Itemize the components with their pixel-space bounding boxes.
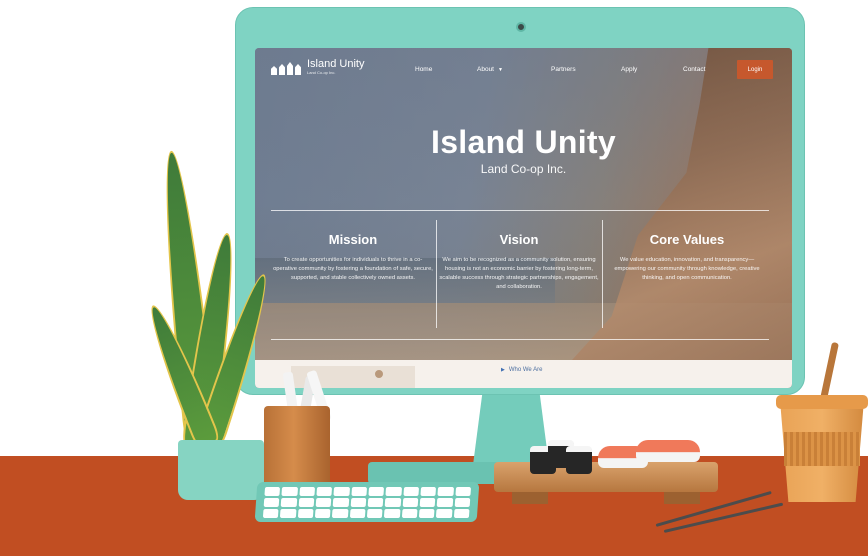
board-foot (512, 490, 548, 504)
core-values-heading: Core Values (649, 232, 725, 247)
nav-contact[interactable]: Contact (683, 66, 705, 73)
nav-about-label: About (477, 66, 494, 73)
nav-apply[interactable]: Apply (621, 66, 637, 73)
cup-lid (776, 395, 868, 409)
cup-sleeve (784, 432, 860, 466)
mission-text: To create opportunities for individuals … (273, 257, 433, 281)
logo-subtitle: Land Co-op Inc. (307, 70, 336, 75)
camera-icon (516, 22, 526, 32)
hero-title: Island Unity (431, 124, 616, 160)
divider-bottom (271, 339, 769, 340)
board-foot (664, 490, 700, 504)
vision-text: We aim to be recognized as a community s… (439, 257, 599, 290)
vision-column: Vision We aim to be recognized as a comm… (439, 232, 599, 292)
mission-column: Mission To create opportunities for indi… (273, 232, 433, 283)
vision-heading: Vision (499, 232, 539, 247)
cup-straw (820, 341, 839, 401)
mission-heading: Mission (328, 232, 378, 247)
core-values-column: Core Values We value education, innovati… (607, 232, 767, 283)
next-section-strip: ▶ Who We Are (255, 360, 792, 388)
who-we-are-label: Who We Are (508, 367, 543, 373)
login-button[interactable]: Login (737, 60, 773, 79)
site-nav: Island Unity Land Co-op Inc. Home About ▼… (255, 48, 792, 88)
chevron-down-icon: ▼ (498, 67, 503, 73)
hero-subtitle: Land Co-op Inc. (480, 162, 567, 176)
sushi-roll (566, 446, 592, 474)
keyboard (254, 482, 480, 522)
logo-name: Island Unity (307, 58, 365, 70)
pencil-cup (264, 406, 330, 490)
column-divider (602, 220, 603, 328)
play-triangle-icon: ▶ (501, 367, 505, 373)
nav-home[interactable]: Home (415, 66, 432, 73)
core-values-text: We value education, innovation, and tran… (614, 257, 760, 281)
website-screen: Island Unity Land Co-op Inc. Home About ▼… (255, 48, 792, 388)
who-we-are-link[interactable]: ▶ Who We Are (501, 367, 542, 373)
nav-about[interactable]: About ▼ (477, 66, 503, 73)
logo-houses-icon (271, 62, 301, 75)
plant-pot (178, 440, 264, 500)
site-logo[interactable]: Island Unity Land Co-op Inc. (271, 59, 364, 75)
nav-partners[interactable]: Partners (551, 66, 576, 73)
column-divider (436, 220, 437, 328)
nigiri (636, 440, 700, 462)
divider-top (271, 210, 769, 211)
